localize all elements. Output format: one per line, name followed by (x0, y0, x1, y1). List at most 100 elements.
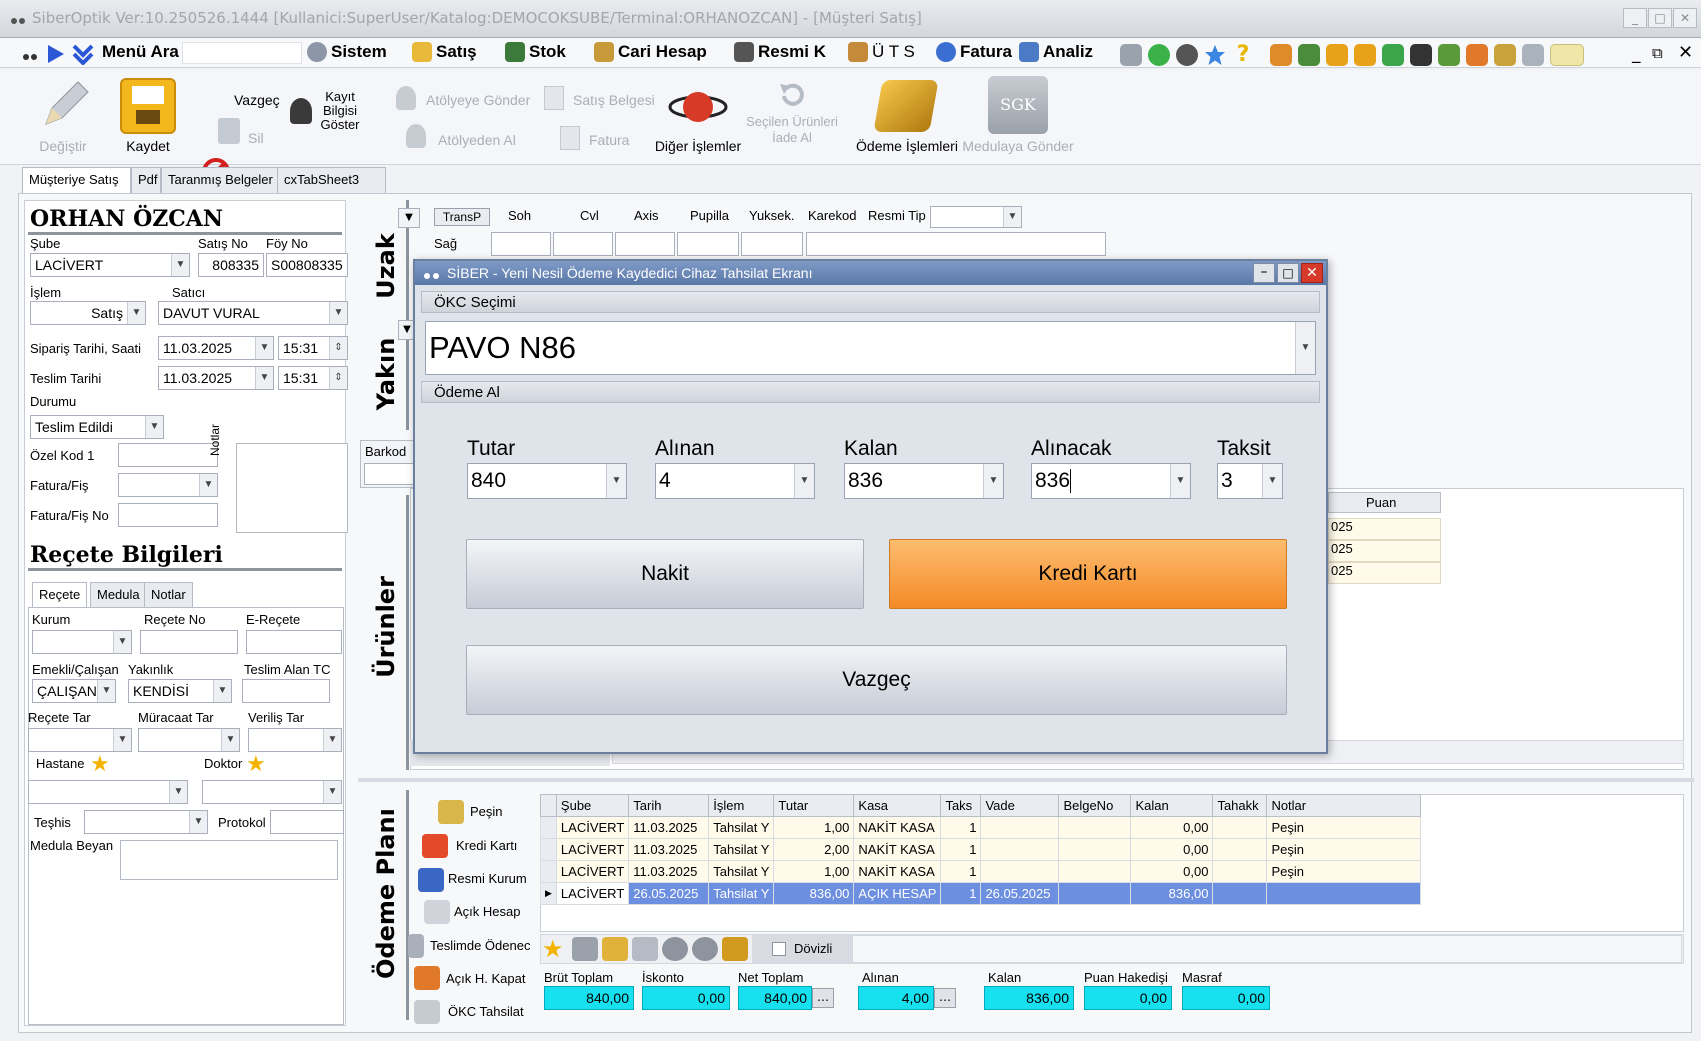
muracaat-tar-field[interactable]: ▼ (138, 728, 240, 752)
eye-icon[interactable] (692, 937, 718, 961)
col-tarih[interactable]: Tarih (628, 794, 710, 817)
kurum-select[interactable]: ▼ (32, 630, 132, 654)
sag-axis-field[interactable] (615, 232, 675, 256)
e-recete-field[interactable] (246, 630, 342, 654)
yin-yang-icon[interactable] (1176, 44, 1198, 66)
vazgec-button[interactable]: Vazgeç (234, 92, 280, 108)
mdi-close-button[interactable]: ✕ (1678, 42, 1693, 63)
menu-uts[interactable]: Ü T S (848, 42, 915, 62)
protokol-field[interactable] (270, 810, 344, 834)
net-toplam-ellipsis-button[interactable]: … (812, 988, 834, 1008)
kaydet-button[interactable]: Kaydet (112, 138, 184, 154)
hastane-select[interactable]: ▼ (28, 780, 188, 804)
save-icon[interactable] (632, 937, 658, 961)
app-menu-icon[interactable] (22, 50, 38, 65)
sil-button[interactable]: Sil (248, 130, 264, 146)
kredi-karti-button[interactable]: Kredi Kartı (889, 539, 1287, 609)
maximize-button[interactable]: □ (1648, 8, 1672, 28)
question-icon[interactable]: ? (1232, 44, 1254, 66)
kalan-modal-field[interactable]: 836 ▼ (844, 463, 1004, 499)
sube-select[interactable]: LACİVERT ▼ (30, 253, 190, 277)
printer-icon[interactable] (1522, 44, 1544, 66)
medula-beyan-field[interactable] (120, 840, 338, 880)
satis-belgesi-button[interactable]: Satış Belgesi (573, 92, 655, 108)
splitter[interactable] (358, 778, 1694, 782)
edit-icon[interactable] (1438, 44, 1460, 66)
sag-cvl-field[interactable] (553, 232, 613, 256)
verilis-tar-field[interactable]: ▼ (248, 728, 342, 752)
tab-musteriye-satis[interactable]: Müşteriye Satış (22, 167, 131, 193)
edit-icon[interactable] (602, 937, 628, 961)
table-row[interactable]: LACİVERT 11.03.2025 Tahsilat Y 1,00 NAKİT KA… (540, 816, 1422, 839)
teslim-saat-field[interactable]: 15:31 ⇕ (278, 366, 348, 390)
teslim-tarih-field[interactable]: 11.03.2025 ▼ (158, 366, 274, 390)
tab-medula[interactable]: Medula (90, 582, 147, 608)
atolyeden-al-button[interactable]: Atölyeden Al (438, 132, 516, 148)
product-row-date[interactable]: 025 (1328, 562, 1441, 584)
satici-select[interactable]: DAVUT VURAL ▼ (158, 301, 348, 325)
table-row-selected[interactable]: ▶ LACİVERT 26.05.2025 Tahsilat Y 836,00 AÇIK … (540, 882, 1422, 905)
mdi-minimize-button[interactable]: _ (1632, 44, 1641, 64)
chevron-down-icon[interactable] (72, 43, 94, 69)
help-icon[interactable] (1148, 44, 1170, 66)
notlar-textarea[interactable] (236, 443, 348, 533)
tab-notlar[interactable]: Notlar (144, 582, 193, 608)
play-icon[interactable] (46, 43, 66, 69)
col-vade[interactable]: Vade (980, 794, 1060, 817)
odeme-islemleri-button[interactable]: Ödeme İşlemleri (856, 138, 958, 154)
doktor-select[interactable]: ▼ (202, 780, 342, 804)
sag-soh-field[interactable] (491, 232, 551, 256)
people-icon[interactable] (1270, 44, 1292, 66)
medulaya-gonder-button[interactable]: Medulaya Gönder (962, 138, 1074, 154)
recete-tar-field[interactable]: ▼ (28, 728, 132, 752)
col-kalan[interactable]: Kalan (1130, 794, 1214, 817)
emekli-select[interactable]: ÇALIŞAN ▼ (32, 679, 116, 703)
hastane-star-icon[interactable]: ★ (90, 752, 110, 777)
col-belgeno[interactable]: BelgeNo (1058, 794, 1132, 817)
menu-fatura[interactable]: Fatura (936, 42, 1012, 62)
menu-satis[interactable]: Satış (412, 42, 477, 62)
diger-islemler-button[interactable]: Diğer İşlemler (650, 138, 746, 154)
col-notlar[interactable]: Notlar (1266, 794, 1422, 817)
star-icon[interactable] (1204, 44, 1226, 66)
dialog-close-button[interactable]: ✕ (1301, 263, 1323, 283)
alinan-modal-field[interactable]: 4 ▼ (655, 463, 815, 499)
taksit-field[interactable]: 3 ▼ (1217, 463, 1283, 499)
payment-hscrollbar[interactable] (852, 935, 1682, 963)
atolyeye-gonder-button[interactable]: Atölyeye Gönder (426, 92, 530, 108)
kredi-karti-side-button[interactable]: Kredi Kartı (456, 838, 517, 853)
cancel-icon[interactable] (662, 937, 688, 961)
col-islem[interactable]: İşlem (708, 794, 775, 817)
transp-button[interactable]: TransP (434, 208, 490, 226)
doktor-star-icon[interactable]: ★ (246, 752, 266, 777)
tab-taranmis-belgeler[interactable]: Taranmış Belgeler (161, 167, 293, 193)
col-kasa[interactable]: Kasa (853, 794, 942, 817)
ozel-kod-field[interactable] (118, 443, 218, 467)
dialog-minimize-button[interactable]: – (1253, 263, 1275, 283)
fatura-fis-select[interactable]: ▼ (118, 473, 218, 497)
col-sube[interactable]: Şube (555, 794, 630, 817)
acik-h-kapat-button[interactable]: Açık H. Kapat (446, 971, 525, 986)
satis-no-field[interactable]: 808335 (198, 253, 264, 277)
handshake-icon[interactable] (1466, 44, 1488, 66)
recete-no-field[interactable] (140, 630, 238, 654)
menu-resmi-k[interactable]: Resmi K (734, 42, 826, 62)
product-row-date[interactable]: 025 (1328, 540, 1441, 562)
okc-tahsilat-button[interactable]: ÖKC Tahsilat (448, 1004, 524, 1019)
mdi-restore-button[interactable]: ⧉ (1652, 44, 1663, 62)
degistir-button[interactable]: Değiştir (30, 138, 96, 154)
dovizli-checkbox[interactable] (772, 942, 786, 956)
table-row[interactable]: LACİVERT 11.03.2025 Tahsilat Y 1,00 NAKİT KA… (540, 860, 1422, 883)
teshis-select[interactable]: ▼ (84, 810, 208, 834)
uzak-collapse-button[interactable]: ▼ (398, 208, 420, 228)
resmi-kurum-button[interactable]: Resmi Kurum (448, 871, 527, 886)
pesin-button[interactable]: Peşin (470, 804, 503, 819)
chart-line-icon[interactable] (1298, 44, 1320, 66)
menu-sistem[interactable]: Sistem (307, 42, 387, 62)
table-row[interactable]: LACİVERT 11.03.2025 Tahsilat Y 2,00 NAKİT KA… (540, 838, 1422, 861)
okc-device-select[interactable]: PAVO N86 ▼ (425, 321, 1316, 375)
tab-pdf[interactable]: Pdf (131, 167, 161, 193)
col-tahakk[interactable]: Tahakk (1212, 794, 1268, 817)
minimize-button[interactable]: _ (1623, 8, 1647, 28)
dialog-maximize-button[interactable]: □ (1277, 263, 1299, 283)
